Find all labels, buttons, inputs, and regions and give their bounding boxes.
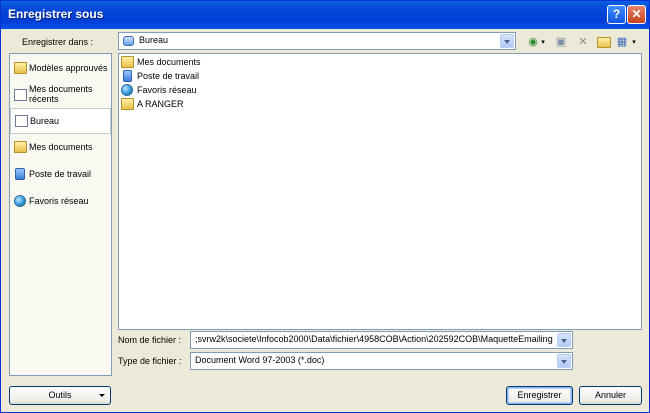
views-icon[interactable]: ▦ [615, 36, 629, 48]
save-in-value: Bureau [139, 35, 169, 45]
up-folder-icon[interactable]: ▣ [554, 36, 568, 48]
computer-icon [123, 70, 132, 82]
folder-icon [121, 98, 134, 110]
save-in-dropdown[interactable]: Bureau [118, 32, 516, 50]
place-desktop[interactable]: Bureau [10, 108, 111, 134]
dialog-title: Enregistrer sous [8, 7, 104, 21]
tools-label: Outils [48, 390, 72, 400]
desktop-icon [15, 115, 28, 127]
place-label: Poste de travail [29, 169, 92, 179]
filename-value: ;svrw2k\societe\Infocob2000\Data\fichier… [195, 334, 553, 344]
filename-input[interactable]: ;svrw2k\societe\Infocob2000\Data\fichier… [190, 331, 573, 349]
help-button[interactable]: ? [607, 5, 626, 24]
file-name: Poste de travail [137, 71, 200, 81]
save-button[interactable]: Enregistrer [506, 386, 573, 405]
chevron-down-icon[interactable] [557, 333, 571, 347]
close-button[interactable]: ✕ [627, 5, 646, 24]
title-bar[interactable]: Enregistrer sous ? ✕ [1, 1, 649, 29]
file-list[interactable]: Mes documents Poste de travail Favoris r… [118, 53, 642, 330]
desktop-icon [123, 36, 134, 46]
computer-icon [15, 168, 25, 180]
place-label-line1: Mes documents [29, 84, 93, 94]
cancel-button[interactable]: Annuler [579, 386, 642, 405]
place-label: Mes documents [29, 142, 93, 152]
filetype-dropdown[interactable]: Document Word 97-2003 (*.doc) [190, 352, 573, 370]
tools-button[interactable]: Outils [9, 386, 111, 405]
network-icon [14, 195, 26, 207]
place-label: Favoris réseau [29, 196, 89, 206]
filetype-value: Document Word 97-2003 (*.doc) [195, 355, 325, 365]
network-icon [121, 84, 133, 96]
chevron-down-icon [99, 394, 105, 397]
folder-icon [14, 62, 27, 74]
file-name: Mes documents [137, 57, 201, 67]
place-label: Modèles approuvés [29, 63, 108, 73]
chevron-down-icon[interactable] [500, 34, 514, 48]
place-label: Mes documents récents [29, 84, 93, 104]
file-name: Favoris réseau [137, 85, 197, 95]
place-label: Bureau [30, 116, 60, 126]
back-dropdown-icon[interactable]: ▾ [539, 36, 547, 48]
save-in-label: Enregistrer dans : [22, 37, 94, 47]
filename-label: Nom de fichier : [118, 335, 182, 345]
chevron-down-icon[interactable] [557, 354, 571, 368]
recent-docs-icon [14, 89, 27, 101]
save-as-dialog: Enregistrer sous ? ✕ Enregistrer dans : … [0, 0, 650, 413]
back-icon[interactable]: ◉ [526, 36, 540, 48]
place-recent-documents[interactable]: Mes documents récents [10, 82, 111, 110]
places-bar: Modèles approuvés Mes documents récents B… [9, 53, 112, 376]
place-my-computer[interactable]: Poste de travail [10, 162, 111, 188]
file-name: A RANGER [137, 99, 184, 109]
place-label-line2: récents [29, 94, 59, 104]
place-network[interactable]: Favoris réseau [10, 189, 111, 215]
new-folder-icon[interactable] [597, 37, 611, 48]
delete-icon[interactable]: ✕ [576, 36, 590, 48]
views-dropdown-icon[interactable]: ▾ [630, 36, 638, 48]
place-my-documents[interactable]: Mes documents [10, 135, 111, 161]
my-documents-icon [14, 141, 27, 153]
filetype-label: Type de fichier : [118, 356, 182, 366]
place-trusted-templates[interactable]: Modèles approuvés [10, 56, 111, 82]
my-documents-icon [121, 56, 134, 68]
